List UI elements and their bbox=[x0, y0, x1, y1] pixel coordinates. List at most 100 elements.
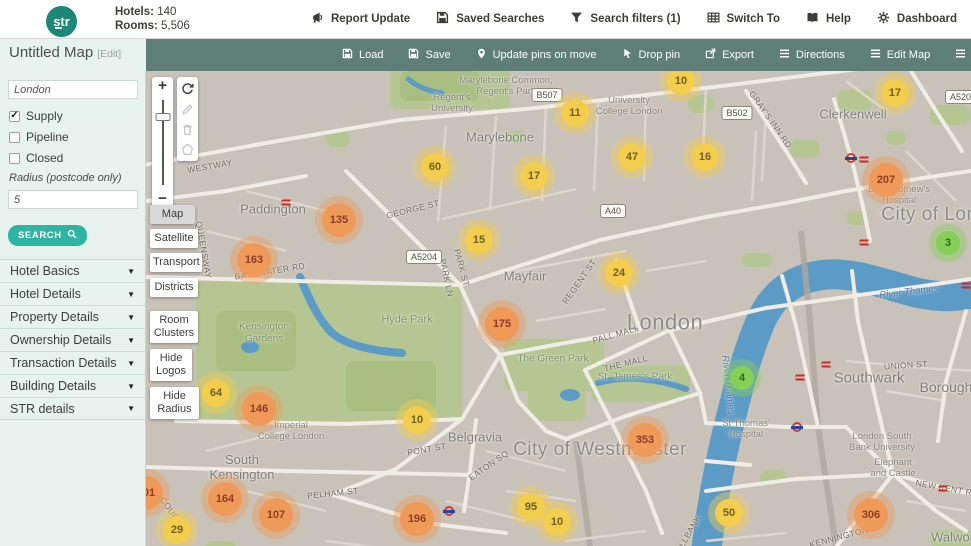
cluster-count: 64 bbox=[210, 387, 222, 399]
switch-to-label: Switch To bbox=[727, 13, 780, 25]
section-transaction-details[interactable]: Transaction Details▼ bbox=[0, 351, 145, 374]
map-cluster-marker[interactable]: 353 bbox=[628, 423, 662, 457]
pipeline-checkbox-row[interactable]: Pipeline bbox=[9, 130, 145, 144]
map-cluster-marker[interactable]: 50 bbox=[715, 499, 743, 527]
dashboard-button[interactable]: Dashboard bbox=[877, 11, 957, 27]
map-cluster-marker[interactable]: 146 bbox=[242, 392, 276, 426]
satellite-layer-button[interactable]: Satellite bbox=[150, 229, 198, 248]
load-label: Load bbox=[359, 49, 383, 61]
section-property-details[interactable]: Property Details▼ bbox=[0, 305, 145, 328]
transport-layer-button[interactable]: Transport bbox=[150, 253, 202, 272]
cluster-count: 164 bbox=[216, 493, 234, 505]
hide-radius-button[interactable]: Hide Radius bbox=[150, 387, 199, 419]
map-cluster-marker[interactable]: 64 bbox=[202, 379, 230, 407]
update-pins-button[interactable]: Update pins on move bbox=[476, 48, 597, 62]
map-cluster-marker[interactable]: 47 bbox=[618, 143, 646, 171]
cluster-count: 4 bbox=[739, 372, 745, 384]
saved-searches-button[interactable]: Saved Searches bbox=[436, 11, 544, 27]
map-cluster-marker[interactable]: 4 bbox=[730, 366, 754, 390]
map-cluster-marker[interactable]: 10 bbox=[543, 508, 571, 536]
section-label: Hotel Basics bbox=[10, 264, 79, 278]
trash-icon[interactable] bbox=[180, 121, 195, 137]
chevron-down-icon: ▼ bbox=[127, 404, 135, 413]
list-icon bbox=[955, 48, 966, 62]
map-cluster-marker[interactable]: 15 bbox=[465, 226, 493, 254]
map-cluster-marker[interactable]: 175 bbox=[485, 307, 519, 341]
section-str-details[interactable]: STR details▼ bbox=[0, 397, 145, 420]
map-cluster-marker[interactable]: 306 bbox=[854, 498, 888, 532]
edit-map-button[interactable]: Edit Map bbox=[870, 48, 930, 62]
map-cluster-marker[interactable]: 11 bbox=[561, 99, 589, 127]
cluster-count: 146 bbox=[250, 403, 268, 415]
polygon-icon[interactable] bbox=[180, 141, 195, 157]
help-button[interactable]: Help bbox=[806, 11, 851, 27]
section-building-details[interactable]: Building Details▼ bbox=[0, 374, 145, 397]
drop-pin-button[interactable]: Drop pin bbox=[622, 48, 681, 62]
map-cluster-marker[interactable]: 17 bbox=[520, 162, 548, 190]
map-cluster-marker[interactable]: 24 bbox=[605, 259, 633, 287]
list-icon bbox=[870, 48, 881, 62]
map-cluster-marker[interactable]: 101 bbox=[146, 476, 163, 510]
map-layer-button[interactable]: Map bbox=[150, 205, 195, 224]
zoom-in-button[interactable]: + bbox=[152, 77, 173, 95]
map-cluster-marker[interactable]: 95 bbox=[517, 493, 545, 521]
search-button[interactable]: SEARCH bbox=[8, 225, 87, 246]
zoom-control: + − bbox=[152, 77, 173, 208]
switch-to-button[interactable]: Switch To bbox=[707, 11, 780, 27]
map-title: Untitled Map bbox=[9, 44, 93, 61]
rooms-stat-value: 5,506 bbox=[161, 20, 190, 32]
pipeline-checkbox[interactable] bbox=[9, 132, 20, 143]
cluster-count: 29 bbox=[171, 524, 183, 536]
export-button[interactable]: Export bbox=[705, 48, 754, 62]
book-icon bbox=[806, 11, 819, 27]
closed-checkbox[interactable] bbox=[9, 153, 20, 164]
drop-pin-label: Drop pin bbox=[639, 49, 681, 61]
map-cluster-marker[interactable]: 29 bbox=[163, 516, 191, 544]
help-label: Help bbox=[826, 13, 851, 25]
cursor-icon bbox=[622, 48, 633, 62]
chevron-down-icon: ▼ bbox=[127, 359, 135, 368]
supply-checkbox-row[interactable]: ✓ Supply bbox=[9, 109, 145, 123]
map-cluster-marker[interactable]: 60 bbox=[421, 153, 449, 181]
cluster-count: 10 bbox=[675, 75, 687, 87]
load-button[interactable]: Load bbox=[342, 48, 383, 62]
zoom-slider-handle[interactable] bbox=[155, 113, 170, 121]
cluster-count: 163 bbox=[245, 254, 263, 266]
map-cluster-marker[interactable]: 3 bbox=[936, 231, 960, 255]
map-cluster-marker[interactable]: 10 bbox=[667, 71, 695, 95]
map-canvas[interactable]: Marylebone Common, Regent's ParkRegent's… bbox=[146, 71, 971, 546]
search-filters-button[interactable]: Search filters (1) bbox=[570, 11, 680, 27]
report-update-button[interactable]: Report Update bbox=[311, 11, 410, 27]
map-cluster-marker[interactable]: 135 bbox=[322, 203, 356, 237]
chevron-down-icon: ▼ bbox=[127, 290, 135, 299]
map-cluster-marker[interactable]: 10 bbox=[403, 406, 431, 434]
supply-label: Supply bbox=[26, 109, 63, 123]
save-button[interactable]: Save bbox=[408, 48, 450, 62]
location-input[interactable] bbox=[8, 80, 138, 99]
map-pin-icon bbox=[476, 48, 487, 62]
supply-checkbox[interactable]: ✓ bbox=[9, 111, 20, 122]
section-hotel-details[interactable]: Hotel Details▼ bbox=[0, 282, 145, 305]
section-hotel-basics[interactable]: Hotel Basics▼ bbox=[0, 259, 145, 282]
chevron-down-icon: ▼ bbox=[127, 313, 135, 322]
hide-logos-button[interactable]: Hide Logos bbox=[150, 349, 192, 381]
map-cluster-marker[interactable]: 107 bbox=[259, 498, 293, 532]
map-cluster-marker[interactable]: 207 bbox=[869, 163, 903, 197]
directions-button[interactable]: Directions bbox=[779, 48, 845, 62]
map-cluster-marker[interactable]: 163 bbox=[237, 243, 271, 277]
closed-label: Closed bbox=[26, 151, 63, 165]
edit-map-label: Edit Map bbox=[887, 49, 930, 61]
radius-input[interactable] bbox=[8, 190, 138, 209]
refresh-icon[interactable] bbox=[180, 81, 195, 97]
map-cluster-marker[interactable]: 164 bbox=[208, 482, 242, 516]
map-cluster-marker[interactable]: 17 bbox=[881, 79, 909, 107]
section-ownership-details[interactable]: Ownership Details▼ bbox=[0, 328, 145, 351]
map-cluster-marker[interactable]: 16 bbox=[691, 143, 719, 171]
closed-checkbox-row[interactable]: Closed bbox=[9, 151, 145, 165]
districts-layer-button[interactable]: Districts bbox=[150, 278, 198, 297]
hotel-list-button[interactable]: Hotel List bbox=[955, 48, 971, 62]
room-clusters-button[interactable]: Room Clusters bbox=[150, 311, 198, 343]
map-cluster-marker[interactable]: 196 bbox=[400, 502, 434, 536]
map-edit-link[interactable]: [Edit] bbox=[97, 48, 121, 60]
edit-pencil-icon[interactable] bbox=[180, 101, 195, 117]
